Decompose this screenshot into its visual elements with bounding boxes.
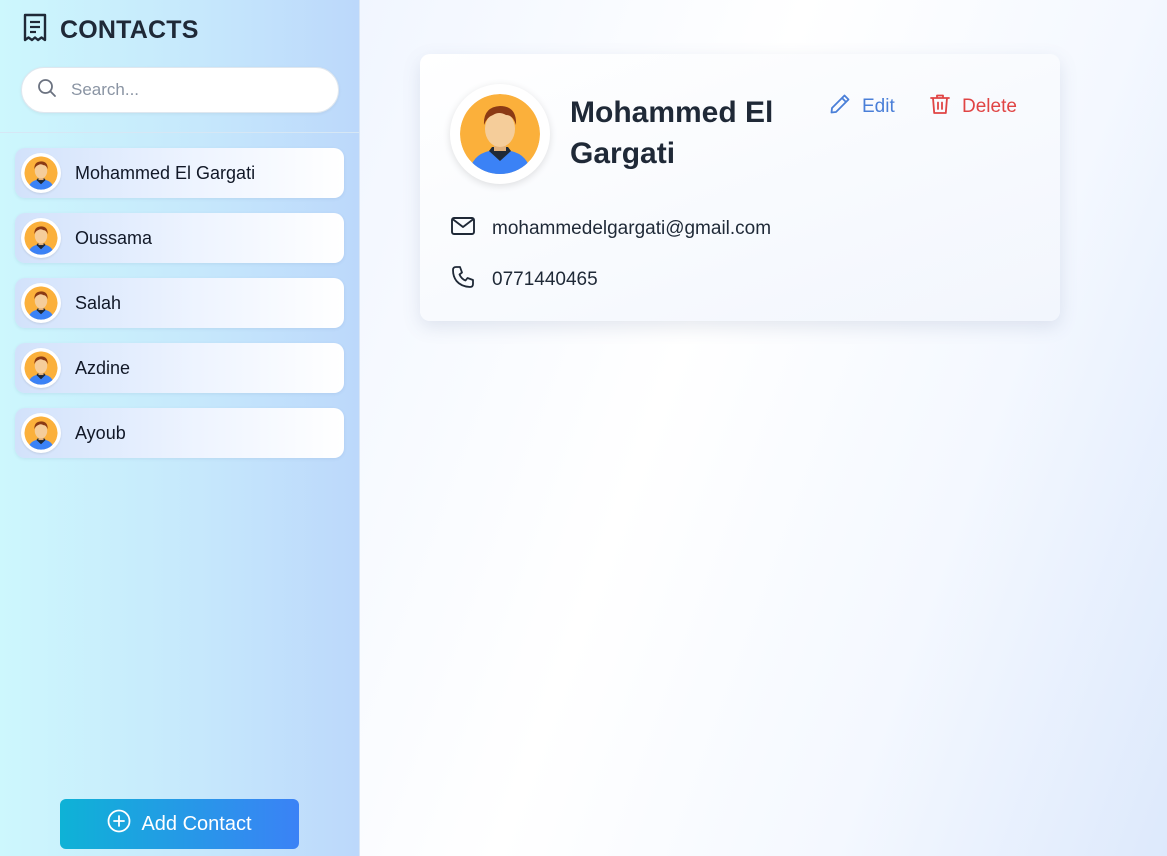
sidebar-header: CONTACTS <box>0 0 359 60</box>
avatar <box>21 153 61 193</box>
main-panel: Mohammed El Gargati Edit Delete mohammed… <box>360 0 1167 856</box>
avatar <box>450 84 550 184</box>
list-item[interactable]: Mohammed El Gargati <box>15 148 344 198</box>
email-row: mohammedelgargati@gmail.com <box>450 214 771 244</box>
contact-item-name: Salah <box>75 292 122 313</box>
search-area <box>0 60 359 133</box>
avatar <box>21 218 61 258</box>
edit-button[interactable]: Edit <box>828 92 895 122</box>
contact-item-name: Oussama <box>75 227 153 248</box>
avatar <box>21 283 61 323</box>
contact-detail-card: Mohammed El Gargati Edit Delete mohammed… <box>420 54 1060 321</box>
contact-item-name: Azdine <box>75 357 131 378</box>
search-box[interactable] <box>21 67 339 113</box>
search-input[interactable] <box>71 80 311 100</box>
avatar-image <box>460 94 540 174</box>
list-item[interactable]: Azdine <box>15 343 344 393</box>
mail-icon <box>450 214 476 244</box>
sidebar: CONTACTS Mohammed El Gargati Oussama Salah… <box>0 0 360 856</box>
avatar <box>21 348 61 388</box>
phone-row: 0771440465 <box>450 264 598 296</box>
avatar <box>21 413 61 453</box>
email-value[interactable]: mohammedelgargati@gmail.com <box>492 218 771 240</box>
search-icon <box>37 78 57 103</box>
phone-icon <box>450 264 476 296</box>
contact-item-name: Ayoub <box>75 422 126 443</box>
list-item[interactable]: Ayoub <box>15 408 344 458</box>
list-item[interactable]: Salah <box>15 278 344 328</box>
pencil-icon <box>828 92 852 122</box>
delete-label: Delete <box>962 96 1017 117</box>
contact-list: Mohammed El Gargati Oussama Salah Azdine Ayo… <box>0 133 359 458</box>
contact-item-name: Mohammed El Gargati <box>75 162 256 183</box>
add-contact-button[interactable]: Add Contact <box>60 799 299 849</box>
contact-name: Mohammed El Gargati <box>570 96 774 170</box>
add-contact-label: Add Contact <box>141 812 252 835</box>
trash-icon <box>928 92 952 122</box>
plus-circle-icon <box>107 809 131 839</box>
sidebar-title: CONTACTS <box>60 15 199 44</box>
list-item[interactable]: Oussama <box>15 213 344 263</box>
contact-book-icon <box>22 13 48 48</box>
edit-label: Edit <box>862 96 895 117</box>
delete-button[interactable]: Delete <box>928 92 1017 122</box>
phone-value[interactable]: 0771440465 <box>492 269 598 291</box>
